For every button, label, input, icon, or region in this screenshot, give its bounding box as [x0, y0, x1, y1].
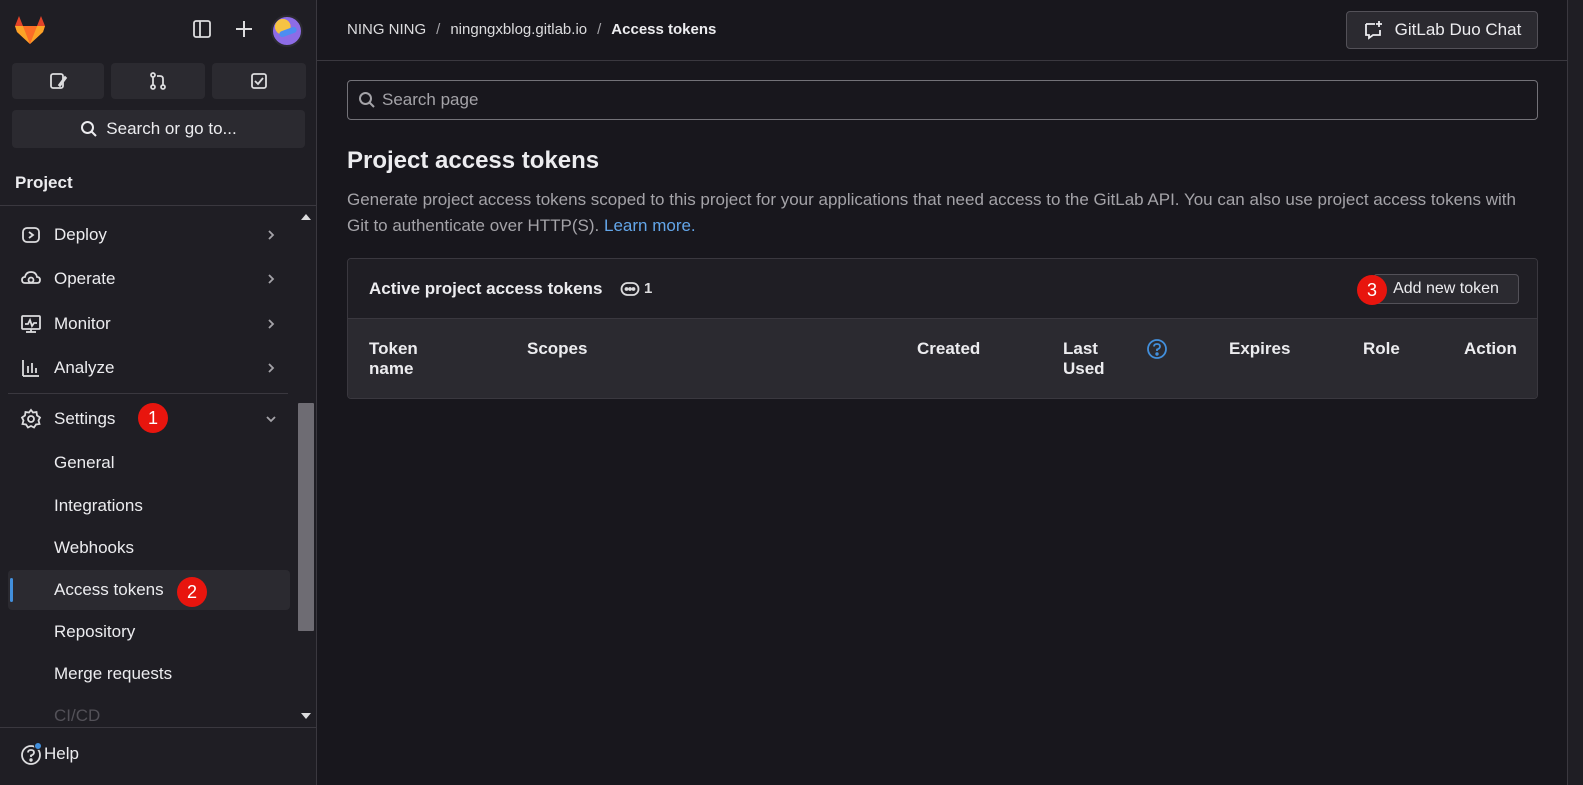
chevron-right-icon [268, 319, 275, 329]
todo-icon [251, 73, 267, 89]
issues-button[interactable] [12, 63, 104, 99]
duo-chat-icon [1364, 21, 1382, 40]
sidebar-subitem-access-tokens[interactable]: Access tokens [8, 570, 290, 610]
sidebar-subitem-label: Webhooks [54, 538, 135, 557]
chevron-right-icon [268, 274, 275, 284]
sidebar-subitem-repository[interactable]: Repository [8, 612, 290, 652]
sidebar-subitem-merge-requests[interactable]: Merge requests [8, 654, 290, 694]
settings-icon [20, 408, 42, 429]
page-description: Generate project access tokens scoped to… [347, 187, 1537, 239]
help-button[interactable]: Help [0, 727, 316, 785]
search-or-go-label: Search or go to... [106, 119, 237, 138]
sidebar-section-label: Project [15, 173, 73, 192]
column-header-expires[interactable]: Expires [1229, 339, 1290, 359]
breadcrumb: NING NING / ningngxblog.gitlab.io / Acce… [347, 21, 716, 38]
monitor-icon [21, 315, 41, 333]
active-tokens-card: Active project access tokens 1 Add new t… [347, 258, 1538, 399]
sidebar-item-label: Analyze [54, 358, 115, 377]
breadcrumb-separator: / [597, 21, 602, 38]
scroll-down-arrow-icon[interactable] [301, 713, 311, 719]
annotation-badge-2: 2 [177, 577, 207, 607]
sidebar-header [0, 0, 316, 62]
divider [0, 205, 316, 206]
duo-chat-button[interactable]: GitLab Duo Chat [1346, 11, 1538, 49]
token-count-icon [620, 282, 640, 296]
column-header-token-name[interactable]: Token name [369, 339, 449, 379]
sidebar-item-label: Deploy [54, 225, 107, 244]
sidebar-item-label: Monitor [54, 314, 111, 333]
sidebar-nav: Deploy Operate Monitor Analyze Settings … [0, 212, 296, 726]
sidebar-item-analyze[interactable]: Analyze [8, 348, 290, 388]
scroll-up-arrow-icon[interactable] [301, 214, 311, 220]
deploy-icon [22, 227, 40, 243]
merge-requests-button[interactable] [111, 63, 205, 99]
sidebar-subitem-label: Merge requests [54, 664, 173, 683]
issues-icon [50, 73, 68, 89]
search-or-go-button[interactable]: Search or go to... [12, 110, 305, 148]
sidebar-subitem-webhooks[interactable]: Webhooks [8, 528, 290, 568]
divider [8, 393, 288, 394]
token-count: 1 [644, 280, 653, 297]
scrollbar-thumb[interactable] [298, 403, 314, 631]
search-page-field[interactable] [347, 80, 1538, 120]
page-title: Project access tokens [347, 147, 600, 174]
question-circle-icon[interactable] [1146, 338, 1168, 360]
breadcrumb-item[interactable]: NING NING [347, 21, 426, 38]
sidebar: Search or go to... Project Deploy Operat… [0, 0, 317, 785]
help-label: Help [44, 744, 79, 763]
sidebar-subitem-general[interactable]: General [8, 443, 290, 483]
analyze-icon [22, 360, 39, 377]
sidebar-item-deploy[interactable]: Deploy [8, 215, 290, 255]
column-header-scopes[interactable]: Scopes [527, 339, 587, 359]
sidebar-item-monitor[interactable]: Monitor [8, 304, 290, 344]
sidebar-toggle-icon[interactable] [191, 18, 213, 40]
column-header-role[interactable]: Role [1363, 339, 1400, 359]
column-header-last-used[interactable]: Last Used [1063, 339, 1113, 379]
todo-button[interactable] [212, 63, 306, 99]
column-header-action[interactable]: Action [1464, 339, 1517, 359]
duo-chat-label: GitLab Duo Chat [1394, 20, 1522, 39]
column-header-created[interactable]: Created [917, 339, 980, 359]
annotation-badge-1: 1 [138, 403, 168, 433]
plus-icon[interactable] [233, 18, 255, 40]
card-title: Active project access tokens [369, 279, 603, 298]
sidebar-subitem-label: CI/CD [54, 706, 101, 725]
sidebar-item-operate[interactable]: Operate [8, 259, 290, 299]
search-icon [81, 121, 98, 137]
page-description-text: Generate project access tokens scoped to… [347, 190, 1516, 235]
sidebar-subitem-label: General [54, 453, 115, 472]
breadcrumb-separator: / [436, 21, 441, 38]
search-page-input[interactable] [382, 87, 1522, 113]
sidebar-item-label: Operate [54, 269, 116, 288]
chevron-right-icon [268, 230, 275, 240]
chevron-down-icon [266, 416, 276, 423]
table-header: Token name Scopes Created Last Used Expi… [348, 319, 1537, 398]
learn-more-link[interactable]: Learn more. [604, 216, 696, 235]
quick-actions [12, 63, 306, 99]
sidebar-subitem-label: Access tokens [54, 580, 164, 599]
breadcrumb-current[interactable]: Access tokens [611, 21, 716, 38]
sidebar-subitem-label: Integrations [54, 496, 143, 515]
window-edge [1567, 0, 1583, 785]
add-new-token-button[interactable]: Add new token [1373, 274, 1519, 304]
annotation-badge-3: 3 [1357, 275, 1387, 305]
sidebar-subitem-label: Repository [54, 622, 136, 641]
gitlab-logo-icon[interactable] [13, 14, 47, 46]
notification-dot [34, 742, 42, 750]
sidebar-subitem-cicd[interactable]: CI/CD [8, 696, 290, 726]
sidebar-scrollbar[interactable] [296, 206, 316, 726]
chevron-right-icon [268, 363, 275, 373]
breadcrumb-item[interactable]: ningngxblog.gitlab.io [450, 21, 587, 38]
merge-requests-icon [150, 72, 166, 90]
operate-icon [21, 271, 41, 284]
sidebar-item-label: Settings [54, 409, 116, 428]
main-content: NING NING / ningngxblog.gitlab.io / Acce… [317, 0, 1583, 785]
top-bar: NING NING / ningngxblog.gitlab.io / Acce… [317, 0, 1567, 61]
user-avatar[interactable] [271, 15, 303, 47]
sidebar-subitem-integrations[interactable]: Integrations [8, 486, 290, 526]
search-icon [359, 92, 375, 108]
